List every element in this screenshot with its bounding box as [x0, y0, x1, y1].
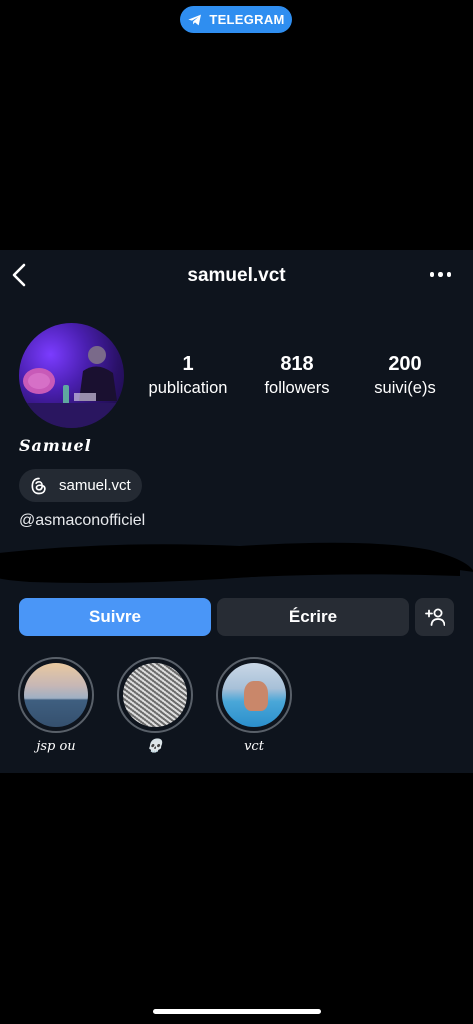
highlight-ring [216, 657, 292, 733]
follow-button[interactable]: Suivre [19, 598, 211, 636]
add-user-icon [424, 608, 445, 626]
display-name: Samuel [19, 436, 92, 455]
highlight-cover-image [24, 663, 88, 727]
highlight-item[interactable]: 💀 [115, 657, 195, 754]
highlight-ring [18, 657, 94, 733]
threads-link[interactable]: samuel.vct [19, 469, 142, 502]
telegram-source-badge[interactable]: TELEGRAM [180, 6, 292, 33]
profile-panel: samuel.vct 1 publication 818 followers 2… [0, 250, 473, 773]
telegram-plane-icon [188, 14, 202, 25]
suggest-users-button[interactable] [415, 598, 454, 636]
highlight-cover-image [123, 663, 187, 727]
stat-value: 818 [280, 353, 314, 375]
stat-label: followers [264, 379, 330, 397]
highlight-label: 💀 [146, 739, 164, 754]
stat-value: 200 [388, 353, 422, 375]
more-horizontal-icon [429, 272, 434, 277]
stat-label: publication [148, 379, 228, 397]
redaction-scribble [0, 542, 473, 583]
profile-header: samuel.vct [0, 250, 473, 300]
highlight-label: vct [244, 739, 264, 754]
stat-publications[interactable]: 1 publication [140, 353, 236, 398]
stat-followers[interactable]: 818 followers [255, 353, 339, 398]
highlight-person-shape [244, 681, 268, 711]
message-button[interactable]: Écrire [217, 598, 409, 636]
telegram-badge-label: TELEGRAM [209, 12, 285, 27]
highlight-ring [117, 657, 193, 733]
stat-label: suivi(e)s [374, 379, 436, 397]
avatar[interactable] [19, 323, 124, 428]
stat-following[interactable]: 200 suivi(e)s [366, 353, 444, 398]
threads-icon [31, 477, 46, 494]
profile-actions: Suivre Écrire [19, 598, 455, 636]
threads-handle: samuel.vct [59, 477, 131, 494]
stat-value: 1 [182, 353, 194, 375]
highlight-item[interactable]: vct [214, 657, 294, 754]
highlight-item[interactable]: jsp ou [16, 657, 96, 754]
more-options-button[interactable] [429, 272, 451, 277]
profile-photo [19, 346, 124, 428]
page-title: samuel.vct [187, 265, 286, 286]
highlight-cover-image [222, 663, 286, 727]
highlight-label: jsp ou [36, 739, 76, 754]
bio-mention-link[interactable]: @asmaconofficiel [19, 512, 145, 530]
home-indicator[interactable] [153, 1009, 321, 1014]
story-highlights: jsp ou 💀 vct [0, 657, 473, 767]
